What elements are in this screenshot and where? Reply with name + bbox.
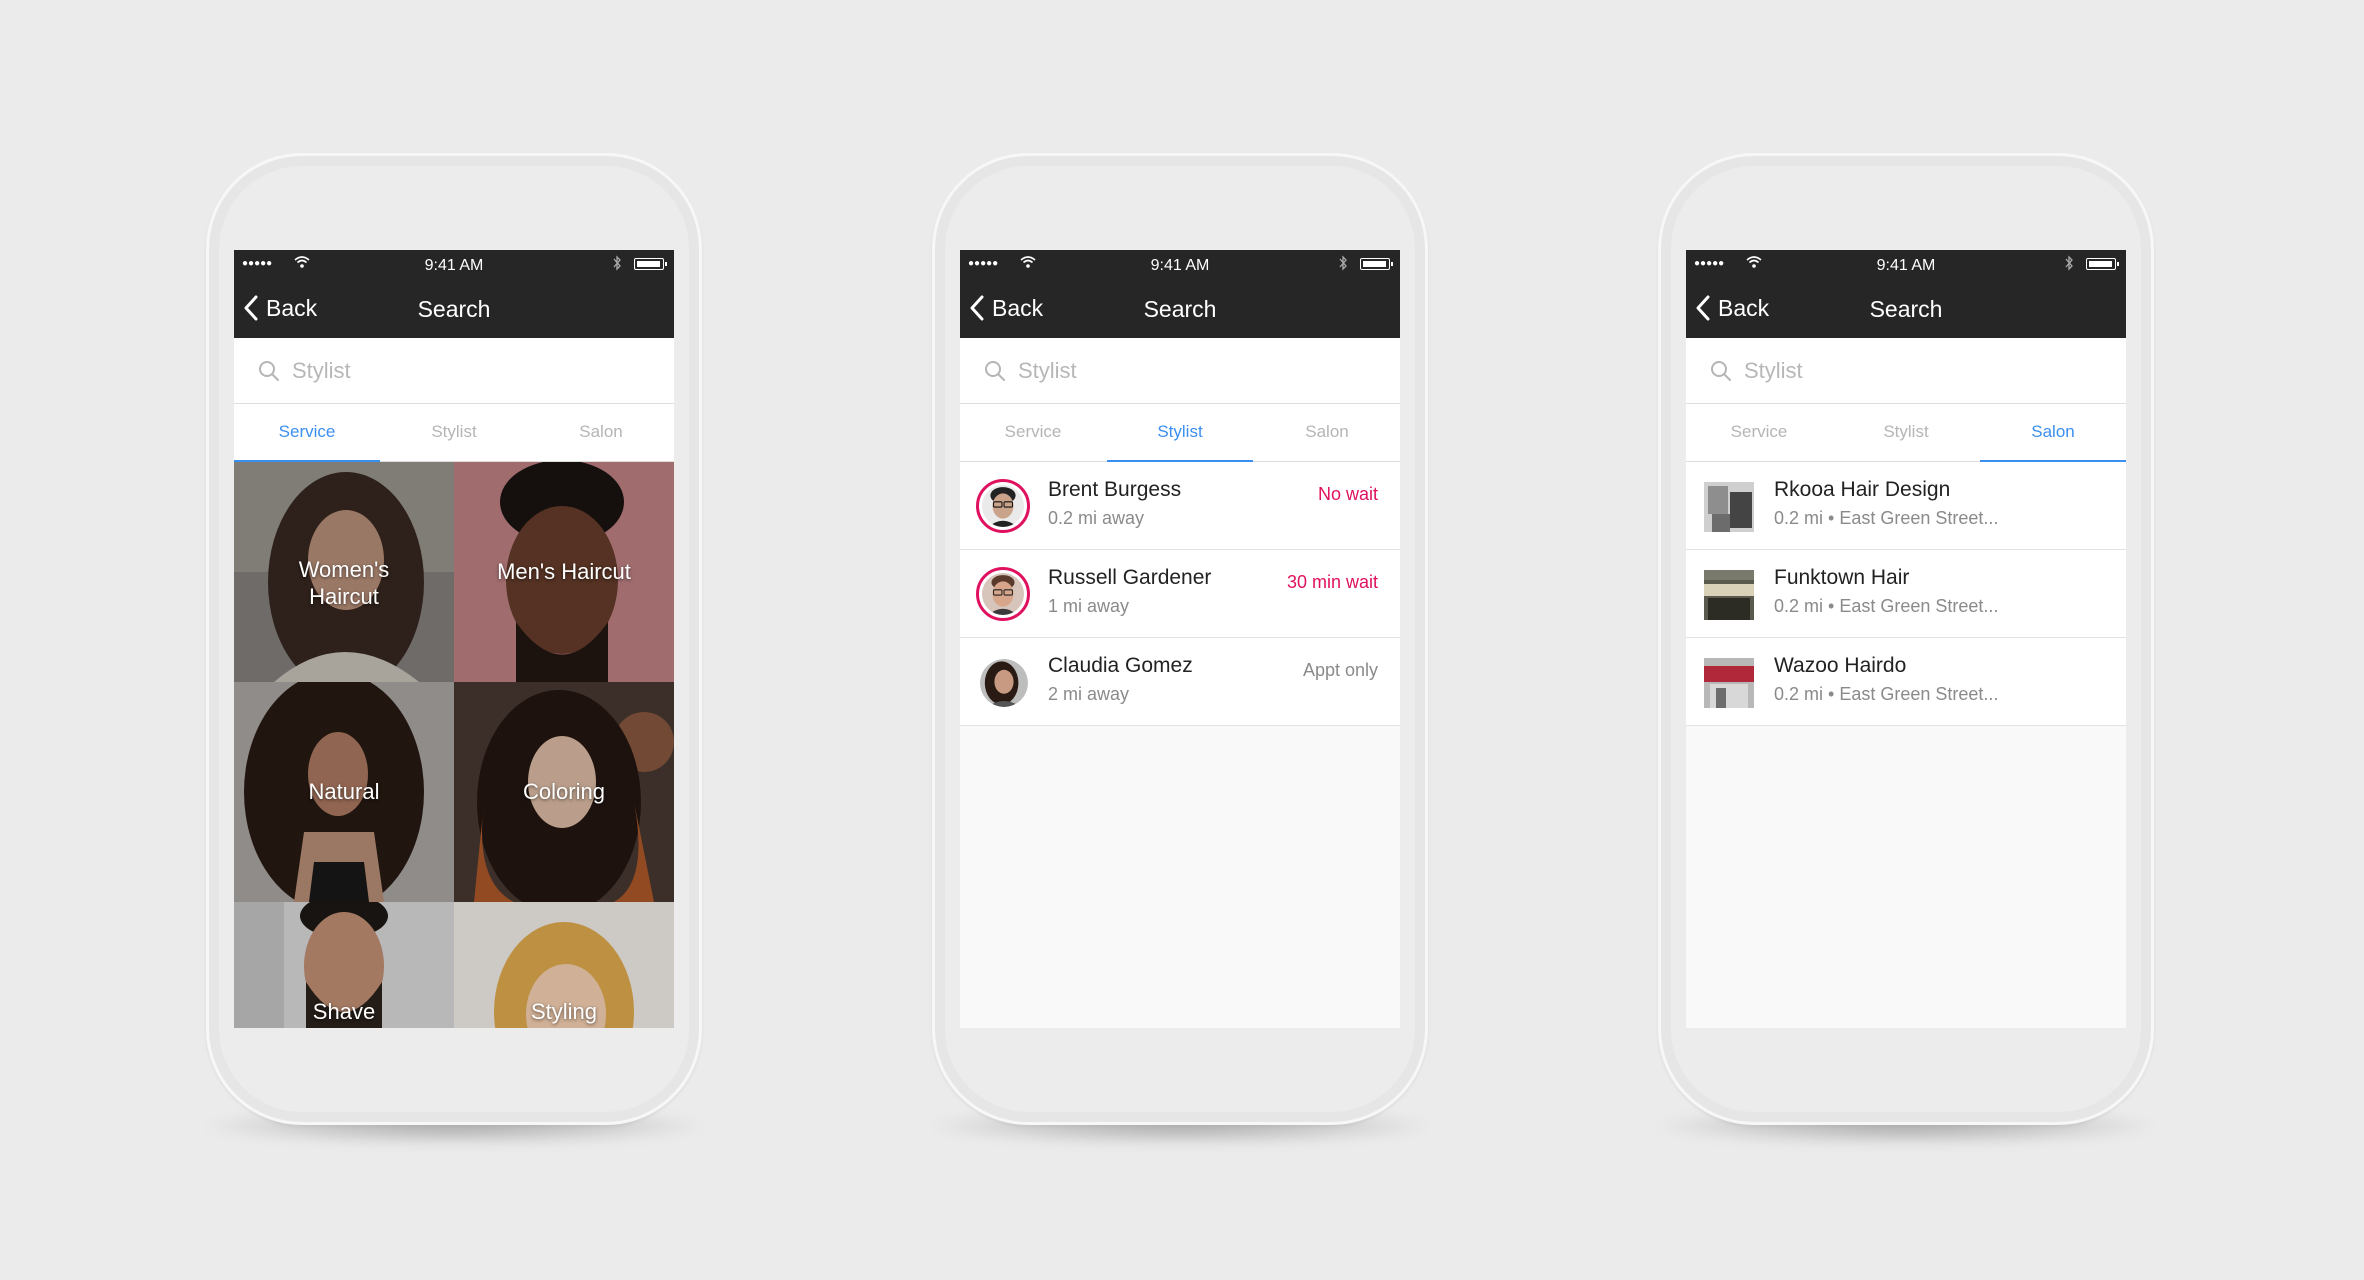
service-tile-mens-haircut[interactable]: Men's Haircut bbox=[454, 462, 674, 682]
status-time: 9:41 AM bbox=[1150, 257, 1210, 274]
battery-icon bbox=[2086, 258, 2119, 270]
page-title: Search bbox=[1869, 296, 1943, 322]
service-label: Natural bbox=[308, 779, 380, 804]
stylist-list: Brent Burgess 0.2 mi away No wait Russel… bbox=[960, 462, 1400, 1028]
phone-stylist: ●●●●● 9:41 AM Back Search Service Stylis… bbox=[932, 153, 1428, 1125]
tab-stylist[interactable]: Stylist bbox=[381, 404, 527, 462]
tab-service[interactable]: Service bbox=[234, 404, 380, 463]
screen: ●●●●● 9:41 AM Back Search Service Stylis… bbox=[234, 250, 674, 1028]
status-bar: ●●●●● 9:41 AM bbox=[960, 250, 1400, 278]
wait-status: 30 min wait bbox=[1286, 572, 1378, 592]
service-grid: Women's Haircut Men's Haircut Natural Co… bbox=[234, 462, 674, 1028]
salon-name: Funktown Hair bbox=[1774, 566, 1910, 589]
search-input[interactable] bbox=[292, 354, 652, 388]
tab-salon[interactable]: Salon bbox=[528, 404, 674, 462]
service-label: Women's Haircut bbox=[298, 557, 390, 609]
page-title: Search bbox=[1143, 296, 1217, 322]
search-bar bbox=[960, 338, 1400, 404]
nav-bar: Back Search bbox=[960, 278, 1400, 338]
stylist-distance: 1 mi away bbox=[1048, 596, 1130, 616]
search-icon bbox=[259, 361, 279, 381]
status-time: 9:41 AM bbox=[424, 257, 484, 274]
service-label: Shave bbox=[312, 999, 376, 1024]
search-icon bbox=[985, 361, 1005, 381]
tab-bar: Service Stylist Salon bbox=[960, 404, 1400, 463]
service-label: Styling bbox=[530, 999, 598, 1024]
service-tile-coloring[interactable]: Coloring bbox=[454, 682, 674, 902]
search-icon bbox=[1711, 361, 1731, 381]
battery-icon bbox=[634, 258, 667, 270]
stylist-distance: 0.2 mi away bbox=[1048, 508, 1145, 528]
salon-name: Rkooa Hair Design bbox=[1774, 478, 1951, 501]
wait-status: Appt only bbox=[1302, 660, 1378, 680]
stylist-avatar-icon bbox=[980, 659, 1028, 707]
salon-name: Wazoo Hairdo bbox=[1774, 654, 1907, 677]
status-time: 9:41 AM bbox=[1876, 257, 1936, 274]
tab-service[interactable]: Service bbox=[960, 404, 1106, 462]
salon-photo bbox=[1704, 482, 1754, 532]
screen: ●●●●● 9:41 AM Back Search Service Stylis… bbox=[960, 250, 1400, 1028]
list-item[interactable]: Brent Burgess 0.2 mi away No wait bbox=[960, 462, 1400, 550]
avatar bbox=[976, 479, 1030, 533]
nav-bar: Back Search bbox=[234, 278, 674, 338]
salon-list: Rkooa Hair Design 0.2 mi • East Green St… bbox=[1686, 462, 2126, 1028]
search-bar bbox=[234, 338, 674, 404]
stylist-avatar-icon bbox=[982, 573, 1024, 615]
salon-photo bbox=[1704, 658, 1754, 708]
tab-bar: Service Stylist Salon bbox=[1686, 404, 2126, 463]
phone-salon: ●●●●● 9:41 AM Back Search Service Stylis… bbox=[1658, 153, 2154, 1125]
service-label: Coloring bbox=[523, 779, 605, 804]
bluetooth-icon bbox=[2065, 255, 2073, 271]
bluetooth-icon bbox=[613, 255, 621, 271]
service-tile-natural[interactable]: Natural bbox=[234, 682, 454, 902]
page-title: Search bbox=[417, 296, 491, 322]
service-tile-shave[interactable]: Shave bbox=[234, 902, 454, 1028]
service-tile-womens-haircut[interactable]: Women's Haircut bbox=[234, 462, 454, 682]
status-bar: ●●●●● 9:41 AM bbox=[1686, 250, 2126, 278]
stylist-distance: 2 mi away bbox=[1048, 684, 1130, 704]
salon-details: 0.2 mi • East Green Street... bbox=[1774, 596, 1999, 616]
wait-status: No wait bbox=[1317, 484, 1378, 504]
stylist-name: Claudia Gomez bbox=[1048, 654, 1193, 677]
tab-salon[interactable]: Salon bbox=[1980, 404, 2126, 463]
nav-bar: Back Search bbox=[1686, 278, 2126, 338]
salon-details: 0.2 mi • East Green Street... bbox=[1774, 684, 1999, 704]
service-tile-styling[interactable]: Styling bbox=[454, 902, 674, 1028]
salon-details: 0.2 mi • East Green Street... bbox=[1774, 508, 1999, 528]
avatar bbox=[980, 659, 1028, 707]
tab-salon[interactable]: Salon bbox=[1254, 404, 1400, 462]
list-item[interactable]: Russell Gardener 1 mi away 30 min wait bbox=[960, 550, 1400, 638]
stylist-avatar-icon bbox=[982, 485, 1024, 527]
phone-service: ●●●●● 9:41 AM Back Search Service Stylis… bbox=[206, 153, 702, 1125]
bluetooth-icon bbox=[1339, 255, 1347, 271]
search-input[interactable] bbox=[1744, 354, 2104, 388]
list-item[interactable]: Rkooa Hair Design 0.2 mi • East Green St… bbox=[1686, 462, 2126, 550]
tab-bar: Service Stylist Salon bbox=[234, 404, 674, 463]
avatar bbox=[976, 567, 1030, 621]
salon-photo bbox=[1704, 570, 1754, 620]
list-item[interactable]: Wazoo Hairdo 0.2 mi • East Green Street.… bbox=[1686, 638, 2126, 726]
screen: ●●●●● 9:41 AM Back Search Service Stylis… bbox=[1686, 250, 2126, 1028]
battery-icon bbox=[1360, 258, 1393, 270]
search-bar bbox=[1686, 338, 2126, 404]
list-item[interactable]: Claudia Gomez 2 mi away Appt only bbox=[960, 638, 1400, 726]
stylist-name: Brent Burgess bbox=[1048, 478, 1182, 501]
stylist-name: Russell Gardener bbox=[1048, 566, 1212, 589]
search-input[interactable] bbox=[1018, 354, 1378, 388]
tab-stylist[interactable]: Stylist bbox=[1833, 404, 1979, 462]
tab-stylist[interactable]: Stylist bbox=[1107, 404, 1253, 463]
tab-service[interactable]: Service bbox=[1686, 404, 1832, 462]
status-bar: ●●●●● 9:41 AM bbox=[234, 250, 674, 278]
service-label: Men's Haircut bbox=[497, 559, 631, 584]
list-item[interactable]: Funktown Hair 0.2 mi • East Green Street… bbox=[1686, 550, 2126, 638]
